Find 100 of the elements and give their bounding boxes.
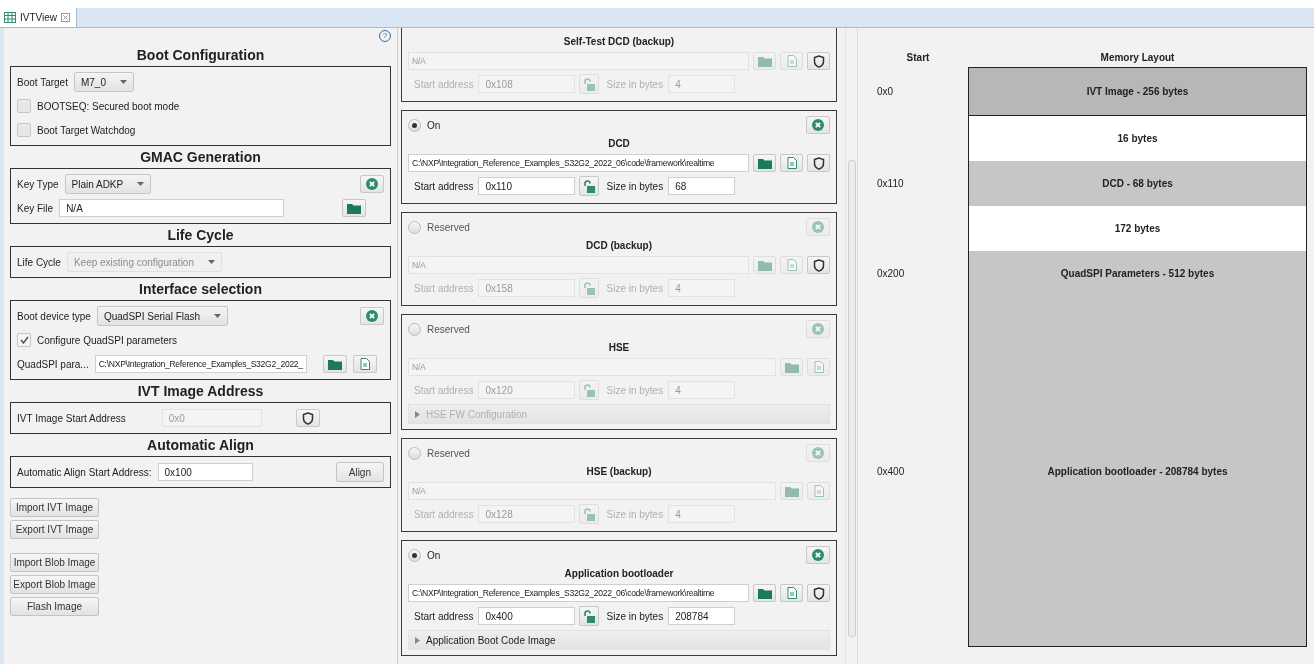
dropdown-arrow-icon xyxy=(137,182,145,186)
expander-header[interactable]: Application Boot Code Image xyxy=(408,630,830,650)
folder-icon xyxy=(757,587,772,599)
input-field[interactable]: C:\NXP\Integration_Reference_Examples_S32G2_2022_ xyxy=(94,355,307,373)
lock-button[interactable] xyxy=(579,176,600,196)
section-title: Self-Test DCD (backup) xyxy=(562,35,676,49)
size-field[interactable]: 208784 xyxy=(668,607,736,625)
memory-block[interactable]: DCD - 68 bytes xyxy=(969,161,1306,206)
folder-icon xyxy=(757,259,772,271)
address-label: 0x110 xyxy=(877,177,904,189)
field-label: Life Cycle xyxy=(17,256,61,268)
dropdown[interactable]: M7_0 xyxy=(73,72,134,92)
action-button[interactable]: Flash Image xyxy=(10,597,99,616)
shield-icon xyxy=(812,586,825,600)
address-label: 0x200 xyxy=(877,267,905,279)
field-label: Start address xyxy=(414,180,474,192)
checkbox[interactable] xyxy=(17,123,31,137)
checkbox[interactable] xyxy=(17,333,31,347)
close-icon xyxy=(812,119,824,131)
shield-button[interactable] xyxy=(295,409,320,427)
address-field[interactable]: 0x110 xyxy=(478,177,576,195)
folder-icon xyxy=(757,55,772,67)
field-label: Size in bytes xyxy=(606,180,664,192)
action-button[interactable]: Export Blob Image xyxy=(10,575,99,594)
action-button[interactable]: Export IVT Image xyxy=(10,520,99,539)
field-label: Start address xyxy=(414,508,474,520)
dropdown-arrow-icon xyxy=(208,260,215,264)
column-header: Memory Layout xyxy=(1099,52,1176,65)
field-label: Start address xyxy=(414,78,474,90)
radio-button[interactable]: On xyxy=(408,548,441,562)
file-button[interactable] xyxy=(780,584,803,602)
address-label: 0x400 xyxy=(877,465,905,477)
radio-button[interactable]: Reserved xyxy=(408,220,470,234)
tab-label: IVTView xyxy=(20,12,58,23)
align-button[interactable]: Align xyxy=(335,462,384,482)
address-label: 0x0 xyxy=(877,85,894,97)
scrollbar-thumb[interactable] xyxy=(847,160,856,637)
shield-button[interactable] xyxy=(807,52,830,70)
document-icon xyxy=(786,259,797,271)
radio-button[interactable]: Reserved xyxy=(408,446,470,460)
remove-button[interactable] xyxy=(360,307,384,325)
shield-button[interactable] xyxy=(807,584,830,602)
field-label: Size in bytes xyxy=(606,508,664,520)
file-button[interactable] xyxy=(352,355,377,373)
dropdown[interactable]: QuadSPI Serial Flash xyxy=(96,306,229,326)
browse-button[interactable] xyxy=(322,355,347,373)
section-heading: Life Cycle xyxy=(166,226,235,245)
table-icon xyxy=(4,12,16,23)
remove-button[interactable] xyxy=(360,175,384,193)
address-field[interactable]: 0x400 xyxy=(478,607,576,625)
path-field[interactable]: C:\NXP\Integration_Reference_Examples_S32G2_2022_06\code\framework\realtime xyxy=(408,154,749,172)
dropdown-arrow-icon xyxy=(214,314,222,318)
unlocked-padlock-icon xyxy=(583,281,596,295)
unlocked-padlock-icon xyxy=(583,507,596,521)
size-field[interactable]: 68 xyxy=(668,177,736,195)
shield-button[interactable] xyxy=(807,256,830,274)
field-label: Boot Target xyxy=(17,76,68,88)
input-field[interactable]: N/A xyxy=(59,199,285,217)
memory-block[interactable]: 172 bytes xyxy=(969,206,1306,251)
document-icon xyxy=(813,485,824,497)
field-label: Automatic Align Start Address: xyxy=(17,466,152,478)
dropdown-arrow-icon xyxy=(120,80,127,84)
memory-block[interactable]: IVT Image - 256 bytes xyxy=(969,68,1306,116)
memory-block[interactable]: 16 bytes xyxy=(969,116,1306,161)
file-button[interactable] xyxy=(780,154,803,172)
editor-tab[interactable]: IVTView xyxy=(0,8,78,27)
remove-button[interactable] xyxy=(806,116,830,134)
section-heading: Automatic Align xyxy=(146,436,255,455)
radio-button[interactable]: Reserved xyxy=(408,322,470,336)
section-title: HSE (backup) xyxy=(585,465,653,479)
lock-button[interactable] xyxy=(579,606,600,626)
browse-button[interactable] xyxy=(753,154,776,172)
path-field[interactable]: C:\NXP\Integration_Reference_Examples_S32G2_2022_06\code\framework\realtime xyxy=(408,584,749,602)
folder-icon xyxy=(327,358,342,370)
section-title: Application bootloader xyxy=(563,567,675,581)
unlocked-padlock-icon xyxy=(583,179,596,193)
action-button[interactable]: Import IVT Image xyxy=(10,498,99,517)
browse-button[interactable] xyxy=(753,584,776,602)
checkbox[interactable] xyxy=(17,99,31,113)
field-label: Size in bytes xyxy=(606,610,664,622)
memory-block[interactable]: Application bootloader - 208784 bytes xyxy=(969,296,1306,646)
browse-button[interactable] xyxy=(342,199,367,217)
expand-arrow-icon xyxy=(415,636,420,644)
dropdown[interactable]: Plain ADKP xyxy=(64,174,152,194)
folder-icon xyxy=(784,361,799,373)
action-button[interactable]: Import Blob Image xyxy=(10,553,99,572)
folder-icon xyxy=(784,485,799,497)
column-header: Start xyxy=(905,52,931,65)
remove-button[interactable] xyxy=(806,546,830,564)
field-label: Size in bytes xyxy=(606,282,664,294)
section-heading: Boot Configuration xyxy=(135,46,266,65)
folder-icon xyxy=(757,157,772,169)
section-heading: Interface selection xyxy=(138,280,263,299)
unlocked-padlock-icon xyxy=(583,609,596,623)
checkbox-label: BOOTSEQ: Secured boot mode xyxy=(37,100,180,112)
memory-block[interactable]: QuadSPI Parameters - 512 bytes xyxy=(969,251,1306,296)
radio-button[interactable]: On xyxy=(408,118,441,132)
document-icon xyxy=(359,358,370,370)
input-field[interactable]: 0x100 xyxy=(157,463,253,481)
shield-button[interactable] xyxy=(807,154,830,172)
